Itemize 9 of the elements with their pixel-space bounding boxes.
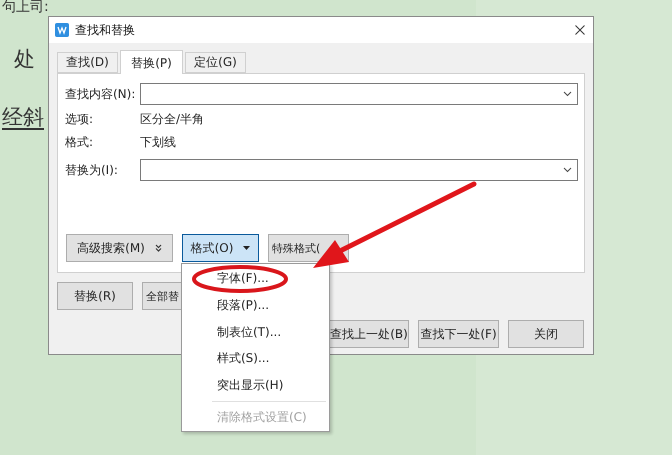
field-label: 查找内容(N): xyxy=(65,86,136,102)
window-title: 查找和替换 xyxy=(75,22,136,38)
document-text: 经斜 xyxy=(2,104,44,131)
info-value: 下划线 xyxy=(140,134,176,151)
info-label: 选项: xyxy=(65,111,94,128)
document-text: 处 xyxy=(14,46,35,73)
field-label: 替换为(I): xyxy=(65,162,119,178)
info-value: 区分全/半角 xyxy=(140,111,204,128)
info-label: 格式: xyxy=(65,134,94,151)
